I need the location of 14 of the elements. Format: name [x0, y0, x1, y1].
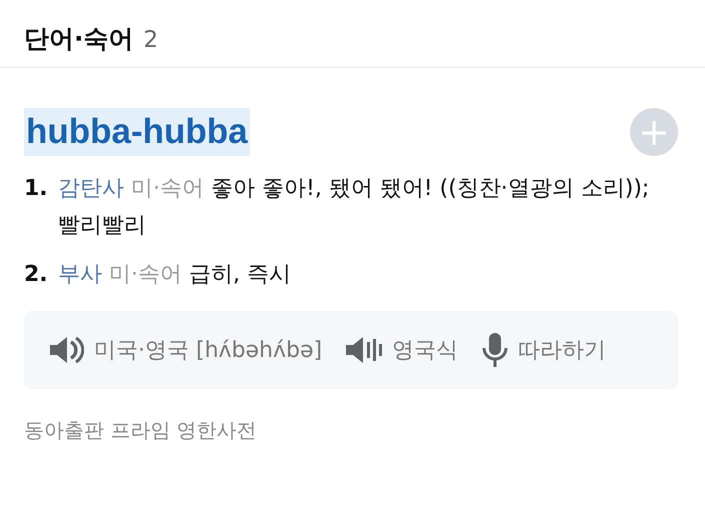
definition-text: 감탄사 미·속어 좋아 좋아!, 됐어 됐어! ((칭찬·열광의 소리)); 빨리빨리 [58, 175, 650, 240]
definition-text: 부사 미·속어 급히, 즉시 [58, 261, 291, 289]
microphone-icon [482, 333, 508, 367]
speaker-wave-icon [346, 336, 382, 364]
section-title: 단어·숙어 [24, 23, 134, 55]
speaker-icon [50, 336, 84, 364]
pronunciation-button[interactable]: 미국·영국 [hʌ́bəhʌ́bə] [50, 335, 322, 365]
headword[interactable]: hubba-hubba [24, 108, 250, 156]
pronunciation-button[interactable]: 따라하기 [482, 333, 606, 367]
definition-number: 1. [24, 175, 48, 203]
result-count: 2 [144, 27, 158, 53]
dictionary-source: 동아출판 프라임 영한사전 [24, 417, 258, 444]
pronunciation-button[interactable]: 영국식 [346, 335, 458, 365]
definition-number: 2. [24, 261, 48, 289]
